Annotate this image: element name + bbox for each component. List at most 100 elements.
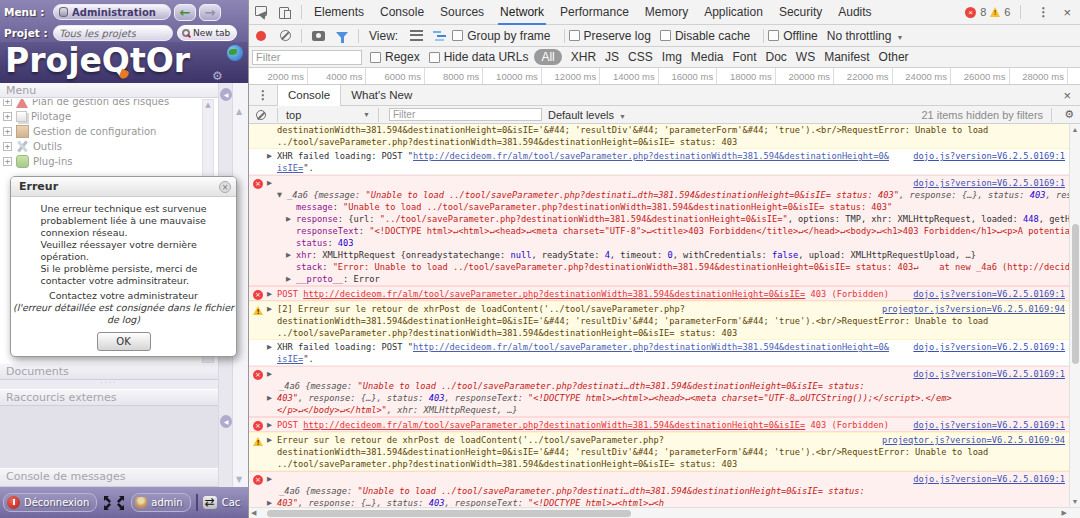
- regex-checkbox[interactable]: Regex: [370, 50, 420, 64]
- expand-arrows-icon[interactable]: [102, 495, 126, 511]
- expander-icon[interactable]: ▶: [267, 303, 277, 315]
- new-tab-button[interactable]: New tab: [177, 25, 237, 41]
- error-icon: ×: [253, 290, 263, 300]
- type-filter-img[interactable]: Img: [662, 50, 682, 64]
- tab-security[interactable]: Security: [771, 0, 830, 25]
- error-count: 8: [980, 6, 986, 18]
- request-url-link[interactable]: isIE=: [277, 354, 303, 364]
- request-url-link[interactable]: http://decideom.fr/alm/tool/saveParamete…: [413, 342, 889, 352]
- type-filter-doc[interactable]: Doc: [766, 50, 787, 64]
- console-message-line: dojo.js?version=V6.2.5.0169:1▶XHR failed…: [249, 341, 1069, 353]
- type-filter-other[interactable]: Other: [879, 50, 909, 64]
- type-filter-xhr[interactable]: XHR: [571, 50, 596, 64]
- expander-icon[interactable]: ▶: [267, 150, 277, 162]
- inspect-icon[interactable]: [249, 6, 273, 18]
- tab-sources[interactable]: Sources: [432, 0, 492, 25]
- expander-icon[interactable]: ▶: [267, 473, 277, 485]
- source-link[interactable]: dojo.js?version=V6.2.5.0169:1: [913, 419, 1065, 431]
- source-link[interactable]: dojo.js?version=V6.2.5.0169:1: [913, 473, 1065, 485]
- more-icon[interactable]: ⋮: [1029, 5, 1057, 19]
- type-filter-font[interactable]: Font: [733, 50, 757, 64]
- request-url-link[interactable]: http://decideom.fr/alm/tool/saveParamete…: [303, 289, 805, 299]
- tab-network[interactable]: Network: [492, 0, 552, 25]
- source-link[interactable]: projeqtor.js?version=V6.2.5.0169:94: [882, 434, 1065, 446]
- console-settings-icon[interactable]: ⚙: [1056, 108, 1080, 121]
- levels-select[interactable]: Default levels▼: [548, 109, 626, 121]
- source-link[interactable]: dojo.js?version=V6.2.5.0169:1: [913, 368, 1065, 380]
- type-filter-all[interactable]: All: [534, 49, 561, 65]
- source-link[interactable]: dojo.js?version=V6.2.5.0169:1: [913, 177, 1065, 189]
- user-icon: [135, 497, 147, 509]
- user-button[interactable]: admin: [131, 493, 190, 512]
- type-filter-manifest[interactable]: Manifest: [824, 50, 869, 64]
- request-url-link[interactable]: http://decideom.fr/alm/tool/saveParamete…: [303, 420, 805, 430]
- expander-icon[interactable]: ▶: [267, 392, 277, 404]
- group-by-frame-checkbox[interactable]: Group by frame: [452, 29, 550, 43]
- expander-icon[interactable]: ▶: [267, 497, 277, 507]
- chevron-down-icon: ▼: [619, 113, 626, 120]
- tab-performance[interactable]: Performance: [552, 0, 637, 25]
- expander-icon[interactable]: ▼: [277, 189, 287, 201]
- type-filter-js[interactable]: JS: [605, 50, 619, 64]
- type-filter-media[interactable]: Media: [691, 50, 724, 64]
- console-message-line: ▼_4a6 {message: "Unable to load ../tool/…: [249, 189, 1069, 201]
- hide-structure-button[interactable]: ⇄Cac: [196, 494, 241, 511]
- throttling-select[interactable]: No throttling▼: [827, 29, 904, 43]
- expander-icon[interactable]: ▶: [267, 368, 277, 380]
- source-link[interactable]: dojo.js?version=V6.2.5.0169:1: [913, 341, 1065, 353]
- project-select[interactable]: Tous les projets: [53, 25, 173, 41]
- preserve-log-checkbox[interactable]: Preserve log: [569, 29, 651, 43]
- drawer-tab-what-s-new[interactable]: What's New: [341, 85, 422, 106]
- tab-elements[interactable]: Elements: [306, 0, 372, 25]
- drawer-tab-console[interactable]: Console: [277, 85, 341, 106]
- type-filter-css[interactable]: CSS: [628, 50, 653, 64]
- close-devtools-icon[interactable]: ×: [1061, 5, 1080, 20]
- filter-funnel-icon[interactable]: [330, 32, 354, 39]
- tab-console[interactable]: Console: [372, 0, 432, 25]
- hide-data-urls-checkbox[interactable]: Hide data URLs: [429, 50, 529, 64]
- console-message-line: dojo.js?version=V6.2.5.0169:1▶POST http:…: [249, 419, 1069, 431]
- back-button[interactable]: ←: [174, 4, 196, 21]
- drawer-more-icon[interactable]: ⋮: [249, 88, 277, 102]
- source-link[interactable]: dojo.js?version=V6.2.5.0169:1: [913, 288, 1065, 300]
- logout-button[interactable]: Déconnexion: [3, 493, 97, 512]
- close-drawer-icon[interactable]: ×: [1061, 88, 1080, 103]
- source-link[interactable]: projeqtor.js?version=V6.2.5.0169:94: [882, 303, 1065, 315]
- network-filter-input[interactable]: [252, 50, 362, 65]
- forward-button[interactable]: →: [199, 4, 221, 21]
- expander-icon[interactable]: ▶: [286, 213, 296, 225]
- expander-icon[interactable]: ▶: [267, 288, 277, 300]
- device-toolbar-icon[interactable]: [273, 6, 297, 18]
- context-select[interactable]: top▼: [282, 109, 374, 121]
- view-waterfall-icon[interactable]: [428, 30, 452, 41]
- source-link[interactable]: dojo.js?version=V6.2.5.0169:1: [913, 150, 1065, 162]
- view-list-icon[interactable]: [404, 30, 428, 41]
- offline-checkbox[interactable]: Offline: [768, 29, 817, 43]
- expander-icon[interactable]: ▶: [286, 273, 296, 285]
- expander-icon[interactable]: ▶: [267, 341, 277, 353]
- tab-audits[interactable]: Audits: [830, 0, 879, 25]
- disable-cache-checkbox[interactable]: Disable cache: [660, 29, 750, 43]
- expander-icon[interactable]: ▶: [267, 177, 277, 189]
- console-filter-input[interactable]: [389, 108, 542, 121]
- type-filter-ws[interactable]: WS: [796, 50, 815, 64]
- record-icon[interactable]: [249, 31, 273, 41]
- console-message-line: </p>↵</body>↵</html>", xhr: XMLHttpReque…: [249, 404, 1069, 416]
- menu-select[interactable]: Administration: [53, 4, 171, 20]
- expander-icon[interactable]: ▶: [267, 434, 277, 446]
- console-horizontal-scrollbar[interactable]: ◀ ▶: [249, 507, 1080, 518]
- request-url-link[interactable]: isIE=: [277, 163, 303, 173]
- tab-application[interactable]: Application: [696, 0, 771, 25]
- console-vertical-scrollbar[interactable]: ▲ ▼: [1069, 124, 1080, 507]
- console-message-line: projeqtor.js?version=V6.2.5.0169:94▶Erre…: [249, 434, 1069, 446]
- screenshot-icon[interactable]: [306, 31, 330, 41]
- expander-icon[interactable]: ▶: [267, 419, 277, 431]
- close-icon[interactable]: ×: [219, 181, 231, 193]
- error-dialog: Erreur× Une erreur technique est survenu…: [10, 176, 237, 357]
- ok-button[interactable]: OK: [97, 332, 151, 351]
- clear-icon[interactable]: [273, 30, 297, 41]
- expander-icon[interactable]: ▶: [286, 249, 296, 261]
- request-url-link[interactable]: http://decideom.fr/alm/tool/saveParamete…: [413, 151, 889, 161]
- console-clear-icon[interactable]: [249, 110, 273, 120]
- tab-memory[interactable]: Memory: [637, 0, 696, 25]
